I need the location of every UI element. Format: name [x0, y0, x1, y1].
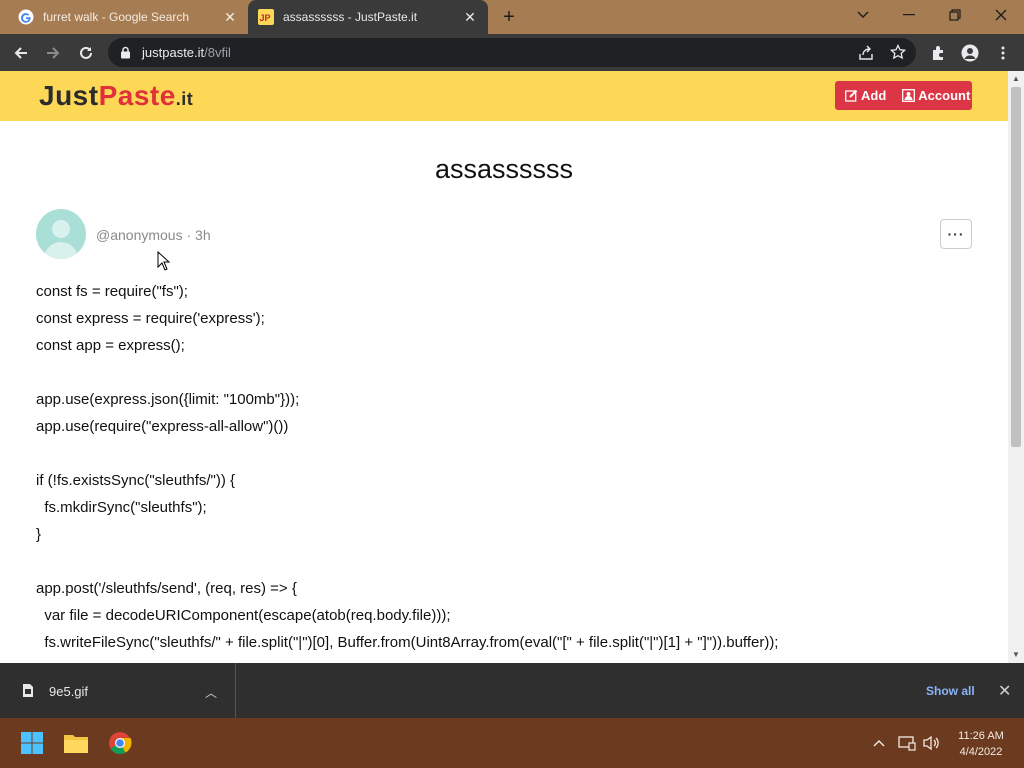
reload-icon[interactable]: [73, 40, 99, 66]
code-line: fs.writeFileSync("sleuthfs/" + file.spli…: [36, 634, 779, 651]
menu-kebab-icon[interactable]: [990, 40, 1016, 66]
code-line: app.use(express.json({limit: "100mb"}));: [36, 391, 300, 408]
tab-title: assassssss - JustPaste.it: [283, 10, 418, 24]
close-download-bar-icon[interactable]: ✕: [998, 681, 1011, 701]
file-explorer-icon[interactable]: [60, 727, 92, 759]
windows-start-icon[interactable]: [16, 727, 48, 759]
lock-icon: [121, 46, 130, 59]
tab-search-icon[interactable]: [840, 0, 886, 30]
scrollbar-thumb[interactable]: [1011, 87, 1021, 447]
close-window-icon[interactable]: [978, 0, 1024, 30]
author-name[interactable]: @anonymous: [96, 227, 183, 243]
more-options-button[interactable]: ···: [940, 219, 972, 249]
web-page: JustPaste.it Add Account assassssss @ano…: [0, 71, 1008, 663]
scroll-up-icon[interactable]: ▲: [1012, 75, 1020, 83]
edit-icon: [845, 89, 858, 102]
extensions-icon[interactable]: [925, 40, 951, 66]
justpaste-logo[interactable]: JustPaste.it: [39, 80, 193, 112]
download-bar: 9e5.gif ︿ Show all ✕: [0, 663, 1024, 718]
close-tab-icon[interactable]: ✕: [222, 9, 238, 25]
address-bar[interactable]: justpaste.it/8vfil: [108, 38, 916, 67]
code-line: const app = express();: [36, 337, 185, 354]
restore-icon[interactable]: [932, 0, 978, 30]
screen: furret walk - Google Search ✕ JP assasss…: [0, 0, 1024, 768]
code-line: fs.mkdirSync("sleuthfs");: [36, 499, 207, 516]
code-line: var file = decodeURIComponent(escape(ato…: [36, 607, 451, 624]
clock-time: 11:26 AM: [958, 730, 1004, 742]
justpaste-icon: JP: [258, 9, 274, 25]
back-icon[interactable]: [8, 40, 34, 66]
code-line: const express = require('express');: [36, 310, 265, 327]
svg-text:JP: JP: [260, 13, 271, 23]
volume-icon[interactable]: [914, 727, 948, 759]
tab-justpaste[interactable]: JP assassssss - JustPaste.it ✕: [248, 0, 488, 34]
minimize-icon[interactable]: [886, 0, 932, 30]
paste-content: const fs = require("fs"); const express =…: [36, 278, 778, 656]
code-line: app.post('/sleuthfs/send', (req, res) =>…: [36, 580, 297, 597]
bookmark-star-icon[interactable]: [890, 44, 906, 60]
tab-google-search[interactable]: furret walk - Google Search ✕: [8, 0, 248, 34]
forward-icon[interactable]: [40, 40, 66, 66]
code-line: app.use(require("express-all-allow")()): [36, 418, 289, 435]
clock-date: 4/4/2022: [959, 746, 1003, 758]
header-button-group: Add Account: [835, 81, 972, 110]
google-icon: [18, 9, 34, 25]
download-filename: 9e5.gif: [49, 684, 89, 699]
url-text: justpaste.it/8vfil: [142, 45, 231, 60]
taskbar: 11:26 AM 4/4/2022: [0, 718, 1024, 768]
post-title: assassssss: [434, 154, 574, 184]
tab-title: furret walk - Google Search: [43, 10, 190, 24]
close-tab-icon[interactable]: ✕: [462, 9, 478, 25]
account-button[interactable]: Account: [892, 81, 976, 110]
post-age: 3h: [195, 227, 211, 243]
chrome-icon[interactable]: [104, 727, 136, 759]
share-icon[interactable]: [858, 45, 874, 61]
profile-icon[interactable]: [957, 40, 983, 66]
scroll-down-icon[interactable]: ▼: [1012, 651, 1020, 659]
code-line: const fs = require("fs");: [36, 283, 188, 300]
add-button[interactable]: Add: [835, 81, 892, 110]
code-line: }: [36, 526, 42, 543]
code-line: if (!fs.existsSync("sleuthfs/")) {: [36, 472, 236, 489]
user-icon: [902, 89, 916, 102]
mouse-cursor-icon: [157, 251, 171, 271]
browser-toolbar: justpaste.it/8vfil: [0, 34, 1024, 71]
vertical-scrollbar[interactable]: ▲ ▼: [1008, 71, 1024, 663]
site-header: JustPaste.it Add Account: [0, 71, 1008, 121]
tab-strip: furret walk - Google Search ✕ JP assasss…: [0, 0, 1024, 34]
post-meta: @anonymous · 3h: [96, 227, 211, 243]
new-tab-button[interactable]: +: [498, 7, 520, 29]
avatar[interactable]: [36, 209, 86, 259]
show-all-downloads-link[interactable]: Show all: [926, 684, 975, 698]
file-icon: [23, 684, 33, 697]
download-item[interactable]: 9e5.gif ︿: [0, 663, 236, 718]
system-clock[interactable]: 11:26 AM 4/4/2022: [948, 728, 1014, 760]
chevron-up-icon[interactable]: ︿: [205, 684, 217, 701]
